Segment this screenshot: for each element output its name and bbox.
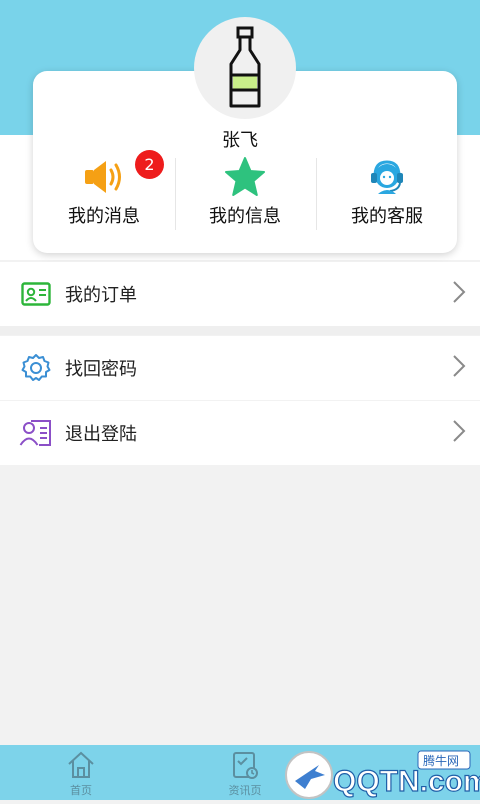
my-info-label: 我的信息 — [209, 206, 281, 227]
username: 张飞 — [222, 130, 258, 151]
section-divider — [0, 326, 480, 335]
customer-service-button[interactable]: 我的客服 — [316, 154, 458, 234]
avatar[interactable] — [194, 17, 296, 119]
news-icon — [233, 752, 258, 779]
speaker-icon — [82, 154, 126, 200]
user-card-icon — [19, 418, 53, 448]
id-card-icon — [19, 279, 53, 309]
chevron-right-icon — [452, 280, 466, 308]
customer-service-label: 我的客服 — [351, 206, 423, 227]
site-watermark: QQTN.com 腾牛网 — [275, 745, 480, 800]
watermark-text: QQTN.com — [333, 765, 480, 798]
watermark-logo-icon: QQTN.com 腾牛网 — [285, 750, 480, 799]
bottle-icon — [229, 26, 261, 108]
menu-item-logout[interactable]: 退出登陆 — [0, 401, 480, 465]
menu-item-my-orders[interactable]: 我的订单 — [0, 262, 480, 326]
home-icon — [68, 751, 94, 778]
unread-badge: 2 — [135, 150, 164, 179]
tab-home[interactable]: 首页 — [46, 745, 116, 800]
menu-item-recover-password[interactable]: 找回密码 — [0, 336, 480, 400]
star-icon — [224, 154, 266, 200]
watermark-badge: 腾牛网 — [423, 753, 459, 768]
recover-password-label: 找回密码 — [65, 359, 137, 380]
chevron-right-icon — [452, 419, 466, 447]
chevron-right-icon — [452, 354, 466, 382]
my-info-button[interactable]: 我的信息 — [174, 154, 316, 234]
logout-label: 退出登陆 — [65, 424, 137, 445]
tab-home-label: 首页 — [70, 784, 92, 797]
tab-news[interactable]: 资讯页 — [210, 745, 280, 800]
my-messages-label: 我的消息 — [68, 206, 140, 227]
headset-icon — [366, 154, 408, 200]
tab-news-label: 资讯页 — [228, 784, 262, 797]
gear-icon — [19, 353, 53, 383]
my-orders-label: 我的订单 — [65, 285, 137, 306]
